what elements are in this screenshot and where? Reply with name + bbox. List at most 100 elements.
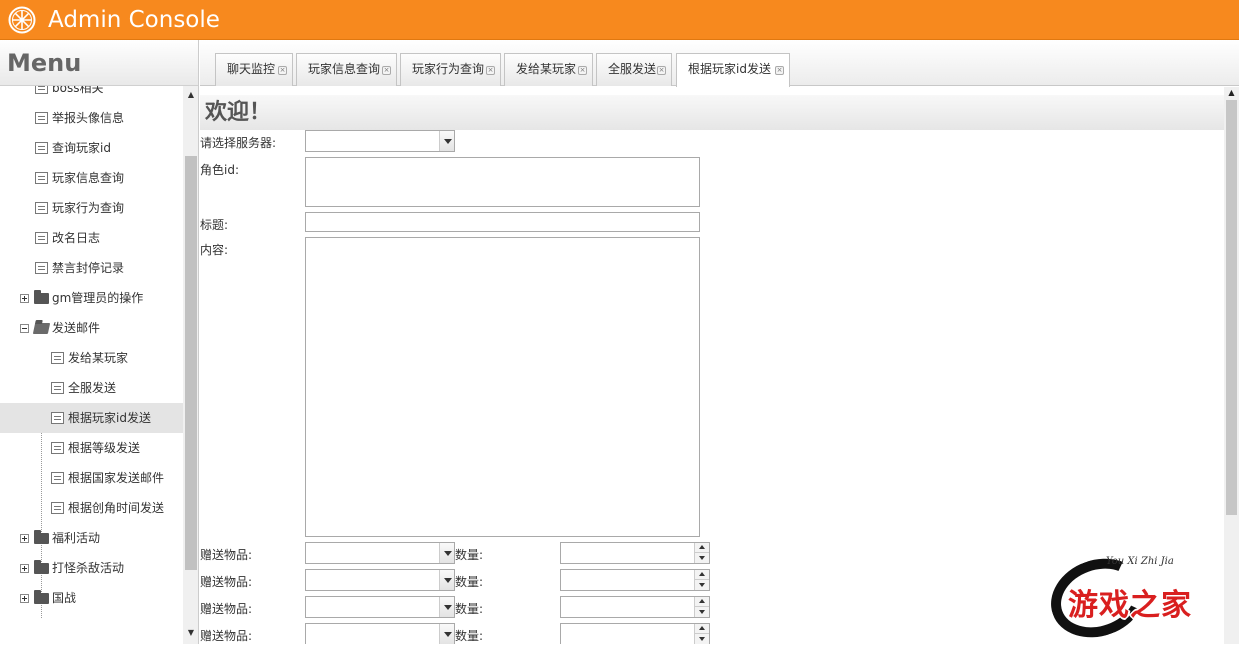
- mail-content-textarea[interactable]: [305, 237, 700, 537]
- sidebar-item[interactable]: 举报头像信息: [0, 103, 183, 133]
- sidebar-item[interactable]: 玩家行为查询: [0, 193, 183, 223]
- sidebar-item[interactable]: gm管理员的操作: [0, 283, 183, 313]
- sidebar: Menu boss相关举报头像信息查询玩家id 玩家信息查询 玩家行为查询改名日志禁…: [0, 40, 199, 644]
- watermark-text: 游戏之家: [1068, 588, 1192, 623]
- close-icon[interactable]: ×: [775, 66, 784, 75]
- watermark-subtitle: You Xi Zhi Jia: [1106, 556, 1174, 567]
- gift-item-select[interactable]: [305, 569, 455, 591]
- tab-send-all-servers[interactable]: 全服发送 ×: [596, 53, 672, 86]
- document-icon: [51, 472, 64, 484]
- sidebar-item-label: 国战: [52, 591, 77, 605]
- sidebar-item[interactable]: 发给某玩家: [0, 343, 183, 373]
- chevron-down-icon[interactable]: [439, 131, 454, 151]
- spinner-arrows-icon[interactable]: [694, 597, 709, 617]
- close-icon[interactable]: ×: [657, 66, 666, 75]
- orange-slice-icon: [8, 6, 36, 34]
- folder-open-icon: [32, 323, 51, 334]
- gift-item-label: 赠送物品:: [200, 602, 253, 616]
- mail-title-input[interactable]: [305, 212, 700, 232]
- document-icon: [51, 352, 64, 364]
- tab-send-to-player[interactable]: 发给某玩家 ×: [504, 53, 593, 86]
- tab-bar: 聊天监控 × 玩家信息查询 × 玩家行为查询 × 发给某玩家 × 全服发送 × …: [200, 40, 1239, 87]
- spinner-arrows-icon[interactable]: [694, 570, 709, 590]
- sidebar-item-label: 福利活动: [52, 531, 101, 545]
- watermark-logo: You Xi Zhi Jia 游戏之家: [1039, 545, 1226, 650]
- tab-player-behavior-query[interactable]: 玩家行为查询 ×: [400, 53, 501, 86]
- tab-chat-monitor[interactable]: 聊天监控 ×: [215, 53, 293, 86]
- sidebar-item-label: 打怪杀敌活动: [52, 561, 125, 575]
- sidebar-item[interactable]: 查询玩家id: [0, 133, 183, 163]
- gift-item-select[interactable]: [305, 623, 455, 644]
- sidebar-item-label: 改名日志: [52, 231, 101, 245]
- sidebar-item[interactable]: 根据等级发送: [0, 433, 183, 463]
- expand-icon[interactable]: [20, 594, 29, 603]
- scroll-up-arrow-icon[interactable]: ▲: [183, 88, 198, 102]
- tab-label: 玩家信息查询: [308, 62, 381, 76]
- document-icon: [51, 442, 64, 454]
- gift-qty-spinner[interactable]: [560, 596, 710, 618]
- sidebar-item-label: 根据玩家id发送: [68, 411, 151, 425]
- close-icon[interactable]: ×: [278, 66, 287, 75]
- tab-send-by-player-id[interactable]: 根据玩家id发送 ×: [676, 53, 790, 87]
- gift-qty-label: 数量:: [455, 629, 484, 643]
- sidebar-item-label: 根据创角时间发送: [68, 501, 165, 515]
- server-select[interactable]: [305, 130, 455, 152]
- collapse-icon[interactable]: [20, 324, 29, 333]
- tab-label: 玩家行为查询: [412, 62, 485, 76]
- close-icon[interactable]: ×: [578, 66, 587, 75]
- sidebar-item[interactable]: 根据国家发送邮件: [0, 463, 183, 493]
- chevron-down-icon[interactable]: [439, 570, 454, 590]
- gift-qty-spinner[interactable]: [560, 569, 710, 591]
- scroll-down-arrow-icon[interactable]: ▼: [183, 626, 198, 640]
- sidebar-item-label: boss相关: [52, 86, 104, 95]
- tab-player-info-query[interactable]: 玩家信息查询 ×: [296, 53, 397, 86]
- close-icon[interactable]: ×: [382, 66, 391, 75]
- tab-label: 聊天监控: [227, 62, 276, 76]
- gift-qty-spinner[interactable]: [560, 542, 710, 564]
- sidebar-item[interactable]: 根据玩家id发送: [0, 403, 183, 433]
- close-icon[interactable]: ×: [486, 66, 495, 75]
- gift-qty-spinner[interactable]: [560, 623, 710, 644]
- document-icon: [35, 262, 48, 274]
- content-scrollbar-thumb[interactable]: [1226, 100, 1237, 515]
- sidebar-item[interactable]: 发送邮件: [0, 313, 183, 343]
- tab-label: 全服发送: [608, 62, 657, 76]
- tab-label: 发给某玩家: [516, 62, 577, 76]
- gift-item-label: 赠送物品:: [200, 575, 253, 589]
- gift-item-select[interactable]: [305, 542, 455, 564]
- sidebar-item-label: 查询玩家id: [52, 141, 111, 155]
- sidebar-item[interactable]: 国战: [0, 583, 183, 613]
- sidebar-item[interactable]: 福利活动: [0, 523, 183, 553]
- sidebar-item[interactable]: 全服发送: [0, 373, 183, 403]
- spinner-arrows-icon[interactable]: [694, 624, 709, 644]
- role-id-textarea[interactable]: [305, 157, 700, 207]
- tab-label: 根据玩家id发送: [688, 62, 771, 76]
- expand-icon[interactable]: [20, 294, 29, 303]
- sidebar-item-label: 根据等级发送: [68, 441, 141, 455]
- sidebar-item[interactable]: 玩家信息查询: [0, 163, 183, 193]
- spinner-arrows-icon[interactable]: [694, 543, 709, 563]
- sidebar-item[interactable]: 打怪杀敌活动: [0, 553, 183, 583]
- sidebar-item[interactable]: boss相关: [0, 86, 183, 103]
- sidebar-item-label: 根据国家发送邮件: [68, 471, 165, 485]
- chevron-down-icon[interactable]: [439, 597, 454, 617]
- menu-title: Menu: [7, 49, 82, 77]
- sidebar-item[interactable]: 禁言封停记录: [0, 253, 183, 283]
- sidebar-item[interactable]: 改名日志: [0, 223, 183, 253]
- document-icon: [35, 142, 48, 154]
- server-label: 请选择服务器:: [200, 136, 277, 150]
- expand-icon[interactable]: [20, 564, 29, 573]
- page-title: 欢迎！: [205, 100, 272, 125]
- scroll-up-arrow-icon[interactable]: ▲: [1224, 88, 1239, 100]
- chevron-down-icon[interactable]: [439, 624, 454, 644]
- document-icon: [35, 112, 48, 124]
- sidebar-item[interactable]: 根据创角时间发送: [0, 493, 183, 523]
- expand-icon[interactable]: [20, 534, 29, 543]
- document-icon: [35, 172, 48, 184]
- welcome-bar: 欢迎！: [200, 95, 1224, 130]
- sidebar-scrollbar-thumb[interactable]: [185, 156, 197, 570]
- gift-item-select[interactable]: [305, 596, 455, 618]
- mail-content-label: 内容:: [200, 243, 229, 257]
- mail-title-label: 标题:: [200, 218, 229, 232]
- chevron-down-icon[interactable]: [439, 543, 454, 563]
